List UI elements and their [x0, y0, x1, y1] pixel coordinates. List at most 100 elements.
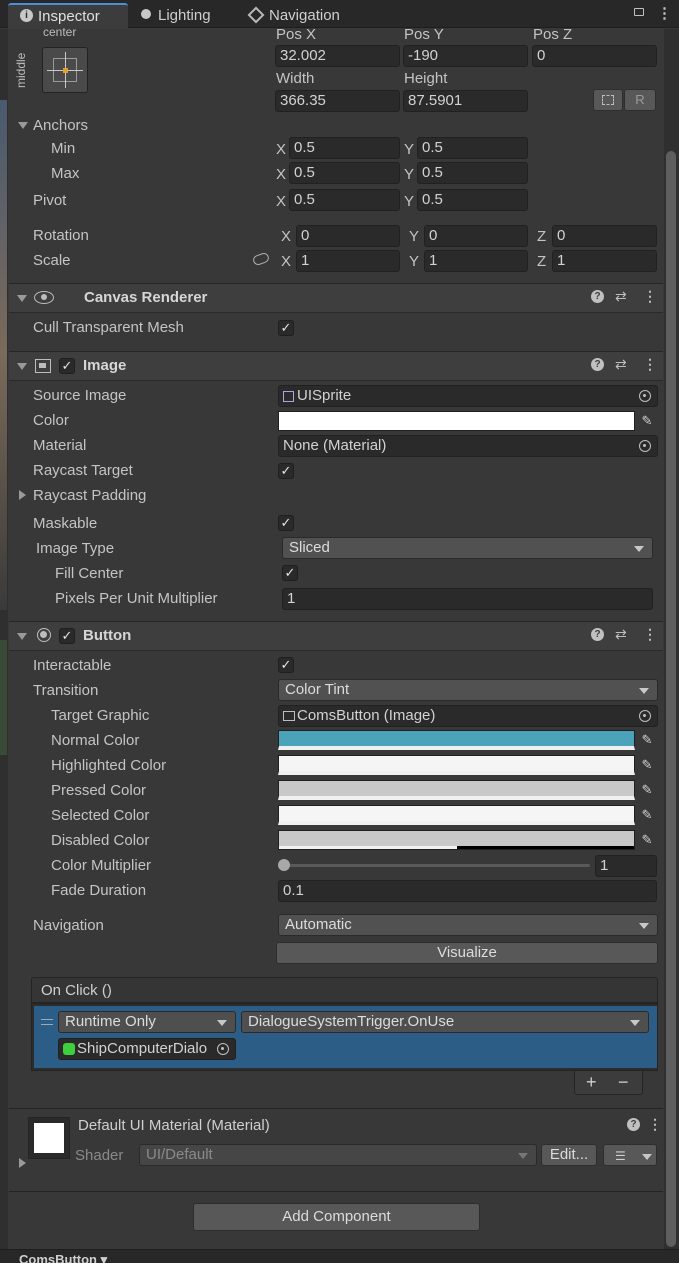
- scale-x-field[interactable]: 1: [296, 250, 400, 272]
- canvas-renderer-header[interactable]: Canvas Renderer ? ⇄ ⋮: [9, 283, 663, 313]
- kebab-menu-icon[interactable]: ⋮: [657, 4, 672, 22]
- source-image-label: Source Image: [33, 387, 127, 404]
- height-field[interactable]: 87.5901: [403, 90, 528, 112]
- anchor-max-y-field[interactable]: 0.5: [417, 162, 528, 184]
- scale-y-field[interactable]: 1: [424, 250, 528, 272]
- button-enabled-checkbox[interactable]: ✓: [59, 628, 75, 644]
- constrain-proportions-icon[interactable]: [251, 251, 271, 267]
- on-click-entry[interactable]: Runtime Only DialogueSystemTrigger.OnUse…: [34, 1006, 657, 1068]
- raycast-padding-foldout-icon[interactable]: [19, 490, 26, 500]
- image-type-value: Sliced: [289, 539, 330, 556]
- color-multiplier-field[interactable]: 1: [595, 855, 657, 877]
- transition-dropdown[interactable]: Color Tint: [278, 679, 658, 701]
- raw-edit-button[interactable]: R: [624, 89, 656, 111]
- event-object-field[interactable]: ShipComputerDialo: [58, 1038, 236, 1060]
- anchor-min-y-field[interactable]: 0.5: [417, 137, 528, 159]
- shader-edit-button[interactable]: Edit...: [541, 1144, 597, 1166]
- material-foldout-icon[interactable]: [19, 1158, 26, 1168]
- button-foldout-icon[interactable]: [17, 633, 27, 640]
- eyedropper-icon[interactable]: ✎: [637, 411, 657, 431]
- runtime-dropdown[interactable]: Runtime Only: [58, 1011, 236, 1033]
- navigation-dropdown[interactable]: Automatic: [278, 914, 658, 936]
- button-header[interactable]: ✓ Button ? ⇄ ⋮: [9, 621, 663, 651]
- scrollbar[interactable]: [664, 29, 679, 1249]
- width-field[interactable]: 366.35: [275, 90, 400, 112]
- normal-color-swatch[interactable]: [278, 730, 635, 750]
- eyedropper-icon[interactable]: ✎: [637, 830, 657, 850]
- shader-dropdown[interactable]: UI/Default: [139, 1144, 537, 1166]
- anchor-preset-button[interactable]: [42, 47, 88, 93]
- color-multiplier-slider-handle[interactable]: [278, 859, 290, 871]
- eyedropper-icon[interactable]: ✎: [637, 730, 657, 750]
- component-menu-icon[interactable]: ⋮: [643, 288, 657, 305]
- material-field[interactable]: None (Material): [278, 435, 658, 457]
- presets-icon[interactable]: ⇄: [615, 626, 627, 643]
- component-menu-icon[interactable]: ⋮: [643, 356, 657, 373]
- raycast-target-checkbox[interactable]: ✓: [278, 463, 294, 479]
- pivot-x-field[interactable]: 0.5: [289, 189, 400, 211]
- ppu-field[interactable]: 1: [282, 588, 653, 610]
- chevron-down-icon: [634, 546, 644, 552]
- color-swatch[interactable]: [278, 411, 635, 431]
- anchor-max-x-field[interactable]: 0.5: [289, 162, 400, 184]
- source-image-field[interactable]: UISprite: [278, 385, 658, 407]
- object-picker-icon[interactable]: [639, 710, 651, 722]
- interactable-label: Interactable: [33, 657, 112, 674]
- help-icon[interactable]: ?: [591, 358, 604, 371]
- drag-handle-icon[interactable]: [41, 1019, 53, 1025]
- tab-lighting[interactable]: Lighting: [138, 5, 238, 27]
- presets-icon[interactable]: ⇄: [615, 288, 627, 305]
- canvas-renderer-foldout-icon[interactable]: [17, 295, 27, 302]
- target-graphic-field[interactable]: ComsButton (Image): [278, 705, 658, 727]
- pos-x-field[interactable]: 32.002: [275, 45, 400, 67]
- cull-transparent-checkbox[interactable]: ✓: [278, 320, 294, 336]
- anchor-min-x-field[interactable]: 0.5: [289, 137, 400, 159]
- scale-z-field[interactable]: 1: [552, 250, 657, 272]
- lock-icon[interactable]: [634, 8, 644, 16]
- component-menu-icon[interactable]: ⋮: [643, 626, 657, 643]
- material-menu-icon[interactable]: ⋮: [648, 1116, 662, 1133]
- visualize-button[interactable]: Visualize: [276, 942, 658, 964]
- rotation-y-field[interactable]: 0: [424, 225, 528, 247]
- interactable-checkbox[interactable]: ✓: [278, 657, 294, 673]
- object-picker-icon[interactable]: [217, 1043, 229, 1055]
- object-picker-icon[interactable]: [639, 390, 651, 402]
- scrollbar-thumb[interactable]: [666, 151, 676, 1247]
- object-picker-icon[interactable]: [639, 440, 651, 452]
- pressed-color-swatch[interactable]: [278, 780, 635, 800]
- fill-center-checkbox[interactable]: ✓: [282, 565, 298, 581]
- blueprint-mode-button[interactable]: [593, 89, 623, 111]
- help-icon[interactable]: ?: [627, 1118, 640, 1131]
- help-icon[interactable]: ?: [591, 628, 604, 641]
- pos-z-field[interactable]: 0: [532, 45, 657, 67]
- highlighted-color-swatch[interactable]: [278, 755, 635, 775]
- image-header[interactable]: ✓ Image ? ⇄ ⋮: [9, 351, 663, 381]
- presets-icon[interactable]: ⇄: [615, 356, 627, 373]
- pivot-y-field[interactable]: 0.5: [417, 189, 528, 211]
- shader-options-button[interactable]: ☰: [603, 1144, 657, 1166]
- bottom-tab-label[interactable]: ComsButton ▾: [19, 1252, 107, 1263]
- pos-y-field[interactable]: -190: [403, 45, 528, 67]
- eyedropper-icon[interactable]: ✎: [637, 805, 657, 825]
- transition-value: Color Tint: [285, 681, 350, 698]
- material-preview[interactable]: [28, 1117, 70, 1159]
- selected-color-swatch[interactable]: [278, 805, 635, 825]
- tab-navigation[interactable]: Navigation: [247, 5, 368, 27]
- fade-duration-field[interactable]: 0.1: [278, 880, 657, 902]
- add-component-button[interactable]: Add Component: [193, 1203, 480, 1231]
- add-event-button[interactable]: +: [586, 1072, 597, 1093]
- image-type-dropdown[interactable]: Sliced: [282, 537, 653, 559]
- maskable-checkbox[interactable]: ✓: [278, 515, 294, 531]
- image-enabled-checkbox[interactable]: ✓: [59, 358, 75, 374]
- eyedropper-icon[interactable]: ✎: [637, 755, 657, 775]
- anchors-foldout-icon[interactable]: [18, 122, 28, 129]
- eyedropper-icon[interactable]: ✎: [637, 780, 657, 800]
- function-dropdown[interactable]: DialogueSystemTrigger.OnUse: [241, 1011, 649, 1033]
- remove-event-button[interactable]: −: [618, 1072, 629, 1093]
- color-multiplier-slider-track[interactable]: [284, 864, 590, 867]
- image-foldout-icon[interactable]: [17, 363, 27, 370]
- help-icon[interactable]: ?: [591, 290, 604, 303]
- rotation-x-field[interactable]: 0: [296, 225, 400, 247]
- rotation-z-field[interactable]: 0: [552, 225, 657, 247]
- disabled-color-swatch[interactable]: [278, 830, 635, 850]
